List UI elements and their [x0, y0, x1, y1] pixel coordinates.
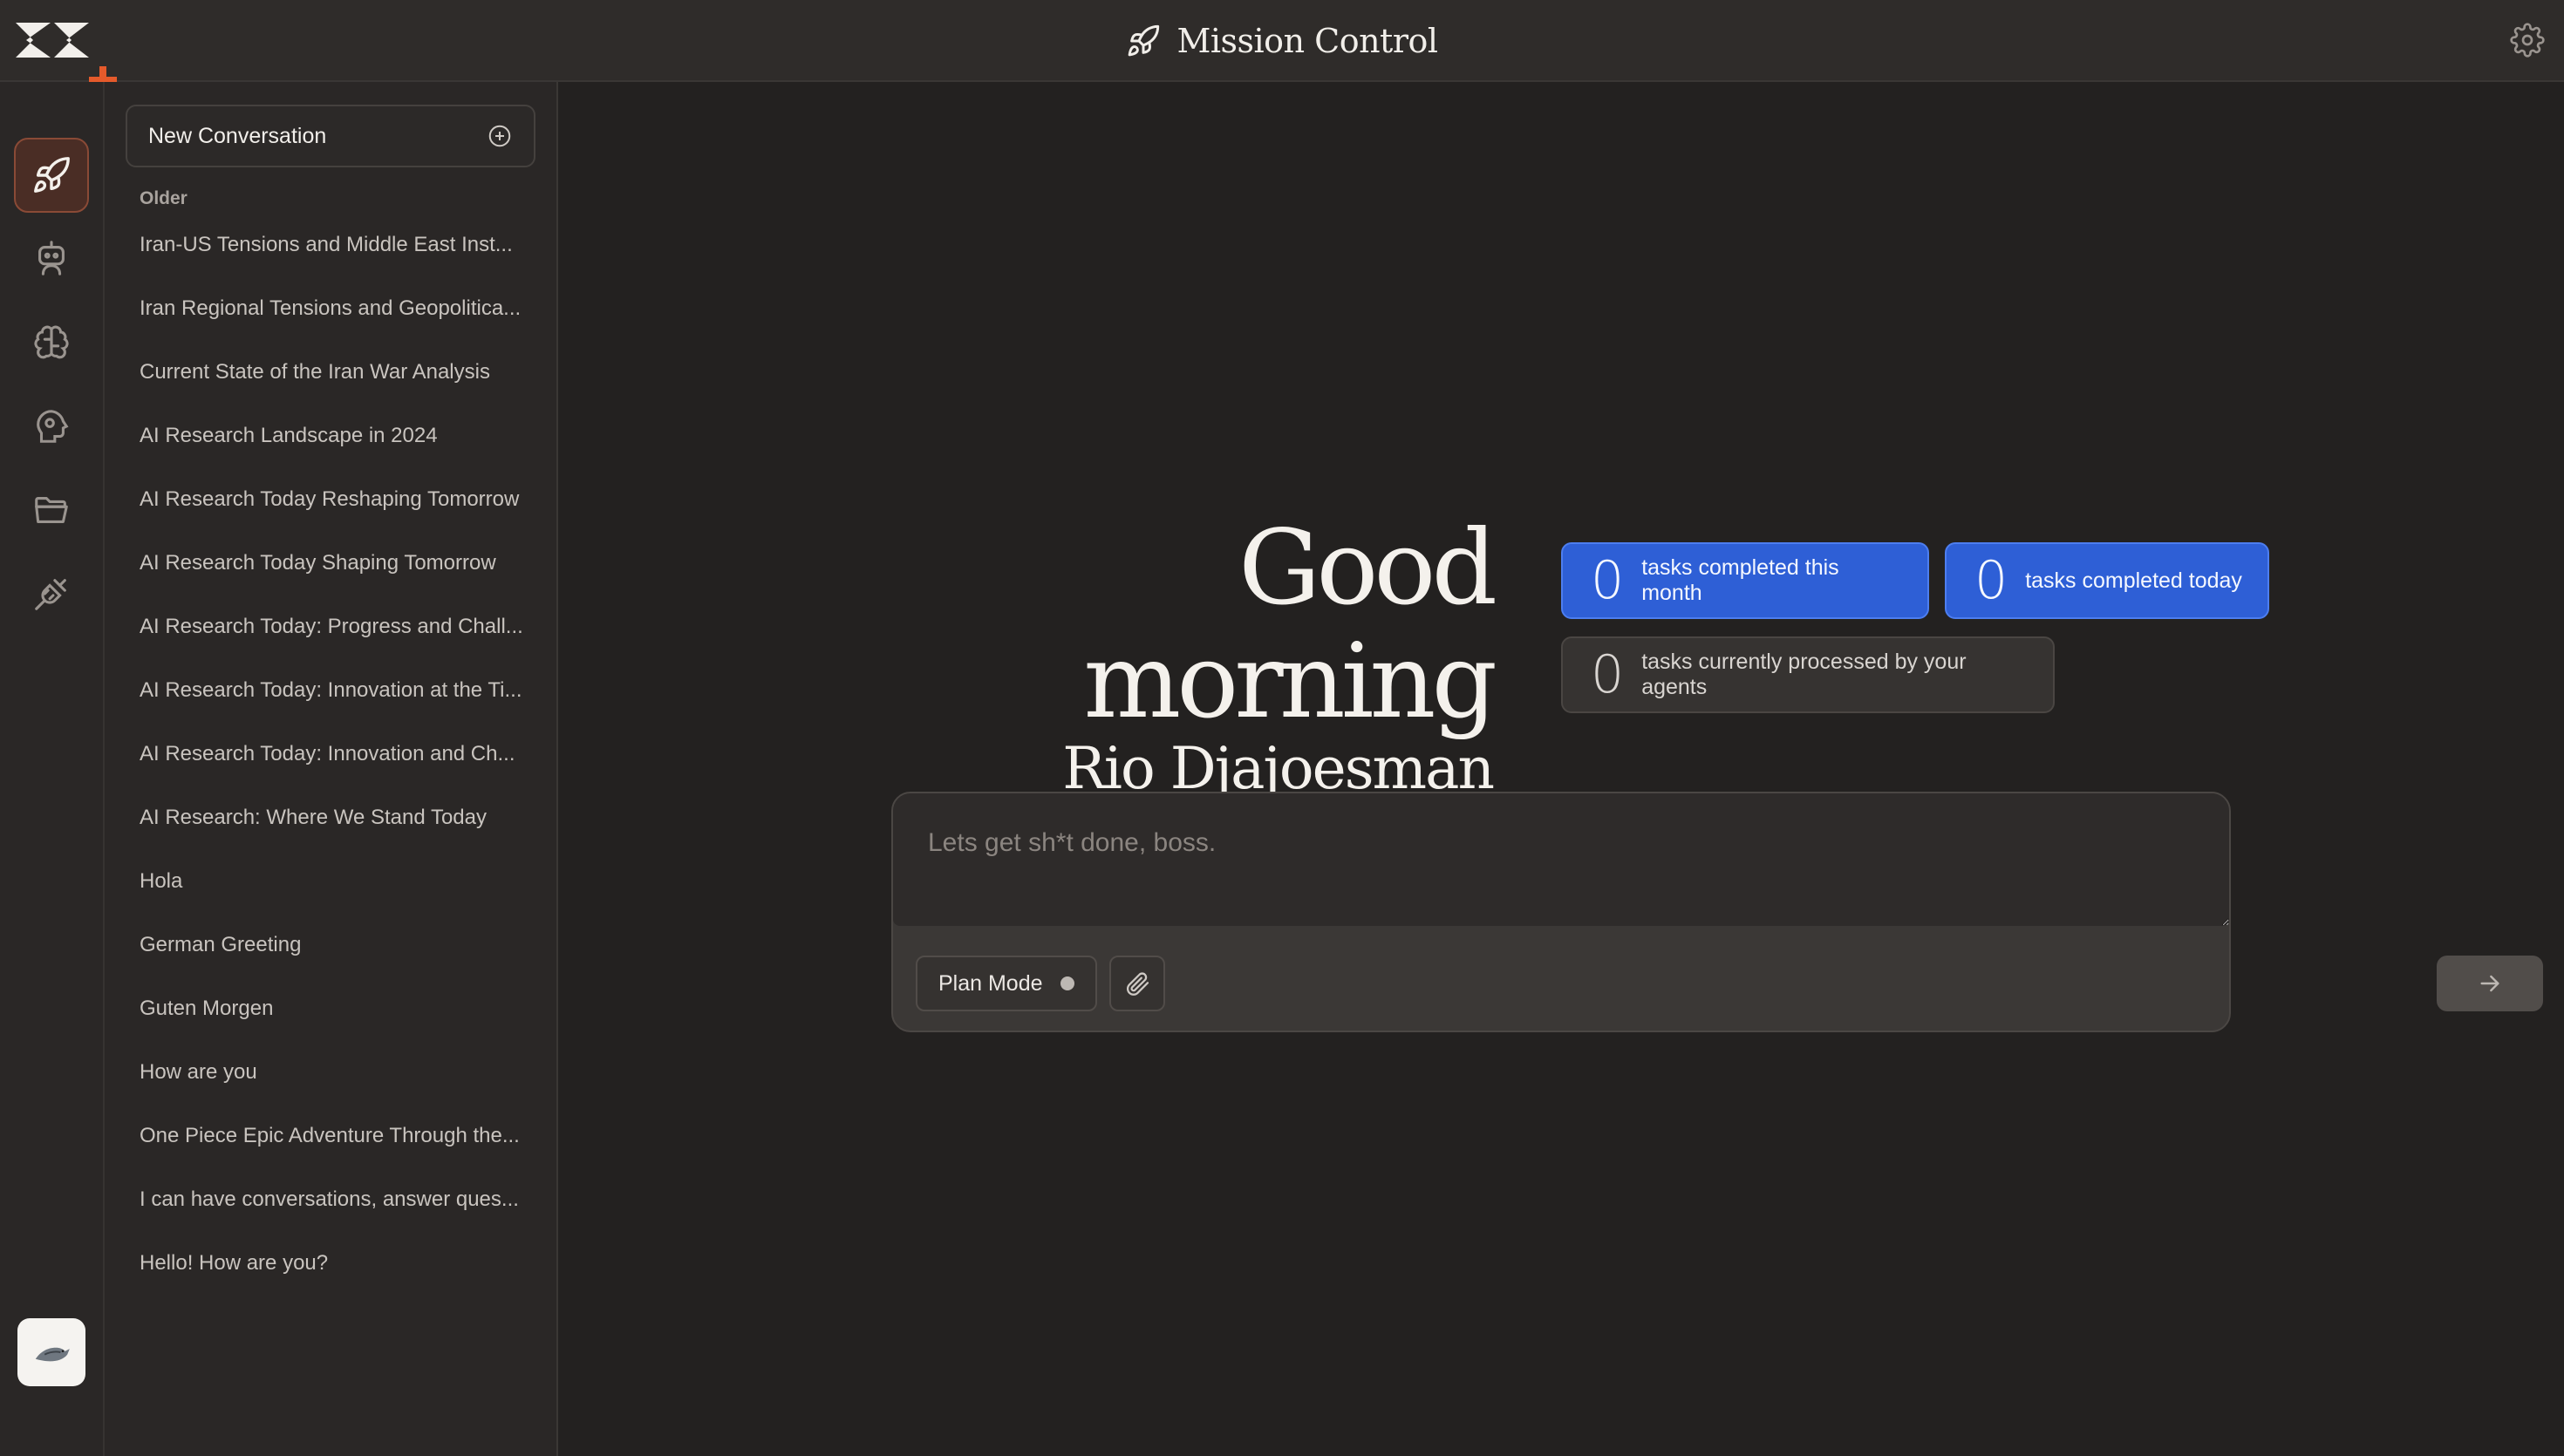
list-item[interactable]: AI Research: Where We Stand Today [140, 803, 549, 867]
rocket-icon [1129, 24, 1160, 57]
list-item[interactable]: Guten Morgen [140, 994, 549, 1058]
rail-item-knowledge[interactable] [14, 305, 89, 380]
list-item[interactable]: Current State of the Iran War Analysis [140, 357, 549, 421]
list-item[interactable]: German Greeting [140, 930, 549, 994]
list-item[interactable]: How are you [140, 1058, 549, 1121]
plug-icon [35, 579, 66, 610]
stat-month-value: 0 [1591, 550, 1625, 611]
rail-item-agents[interactable] [14, 221, 89, 296]
list-item[interactable]: Iran Regional Tensions and Geopolitica..… [140, 294, 549, 357]
top-bar: Mission Control [0, 0, 2564, 94]
nav-rail [0, 82, 105, 1456]
rail-item-skills[interactable] [14, 389, 89, 464]
stat-processing-value: 0 [1591, 644, 1625, 705]
conversation-sidebar: New Conversation Older Iran-US Tensions … [105, 82, 558, 1456]
list-item[interactable]: AI Research Today Reshaping Tomorrow [140, 485, 549, 548]
stat-month-label: tasks completed this month [1641, 555, 1839, 605]
rail-item-integrations[interactable] [14, 556, 89, 631]
list-item[interactable]: Hello! How are you? [140, 1248, 549, 1312]
paperclip-icon [1127, 972, 1149, 996]
rail-item-mission-control[interactable] [14, 138, 89, 213]
plan-mode-label: Plan Mode [938, 970, 1043, 996]
stat-today: 0 tasks completed today [1945, 542, 2269, 619]
gear-icon[interactable] [2510, 23, 2545, 58]
stat-processing: 0 tasks currently processed by your agen… [1561, 636, 2055, 713]
list-item[interactable]: Iran-US Tensions and Middle East Inst... [140, 230, 549, 294]
conversation-list: Iran-US Tensions and Middle East Inst...… [140, 230, 549, 1312]
stat-month: 0 tasks completed this month [1561, 542, 1929, 619]
composer: Plan Mode [891, 792, 2543, 1032]
arrow-right-icon [2480, 975, 2499, 992]
send-button[interactable] [2437, 956, 2543, 1011]
list-item[interactable]: One Piece Epic Adventure Through the... [140, 1121, 549, 1185]
page-title: Mission Control [0, 0, 2564, 82]
list-item[interactable]: AI Research Today: Progress and Chall... [140, 612, 549, 676]
list-item[interactable]: AI Research Today Shaping Tomorrow [140, 548, 549, 612]
new-conversation-label: New Conversation [148, 123, 327, 148]
plus-circle-icon [488, 125, 511, 147]
list-item[interactable]: I can have conversations, answer ques... [140, 1185, 549, 1248]
stat-today-value: 0 [1974, 550, 2008, 611]
greeting: Good morning Rio Djajoesman [856, 507, 1497, 802]
stat-processing-label: tasks currently processed by your agents [1641, 650, 1967, 699]
plan-mode-toggle[interactable]: Plan Mode [916, 956, 1097, 1011]
head-gear-icon [37, 410, 69, 443]
section-label-older: Older [140, 188, 188, 208]
avatar[interactable] [17, 1318, 85, 1386]
new-conversation-button[interactable]: New Conversation [126, 105, 535, 167]
list-item[interactable]: AI Research Today: Innovation at the Ti.… [140, 676, 549, 739]
robot-icon [38, 241, 65, 276]
bird-avatar-icon [35, 1347, 70, 1362]
list-item[interactable]: Hola [140, 867, 549, 930]
stat-today-label: tasks completed today [2025, 568, 2242, 593]
attach-button[interactable] [1109, 956, 1165, 1011]
list-item[interactable]: AI Research Landscape in 2024 [140, 421, 549, 485]
rail-item-files[interactable] [14, 473, 89, 548]
chat-input[interactable] [893, 793, 2229, 926]
folder-icon [35, 497, 68, 523]
brain-icon [34, 325, 69, 359]
main-content: Good morning Rio Djajoesman 0 tasks comp… [560, 84, 2564, 1456]
plan-mode-indicator [1060, 976, 1074, 990]
list-item[interactable]: AI Research Today: Innovation and Ch... [140, 739, 549, 803]
greeting-text: Good morning [1083, 507, 1497, 741]
rocket-icon [34, 157, 70, 193]
app-window: Mission Control New Conversation Older I… [0, 0, 2564, 1456]
title-text: Mission Control [1176, 22, 1438, 60]
